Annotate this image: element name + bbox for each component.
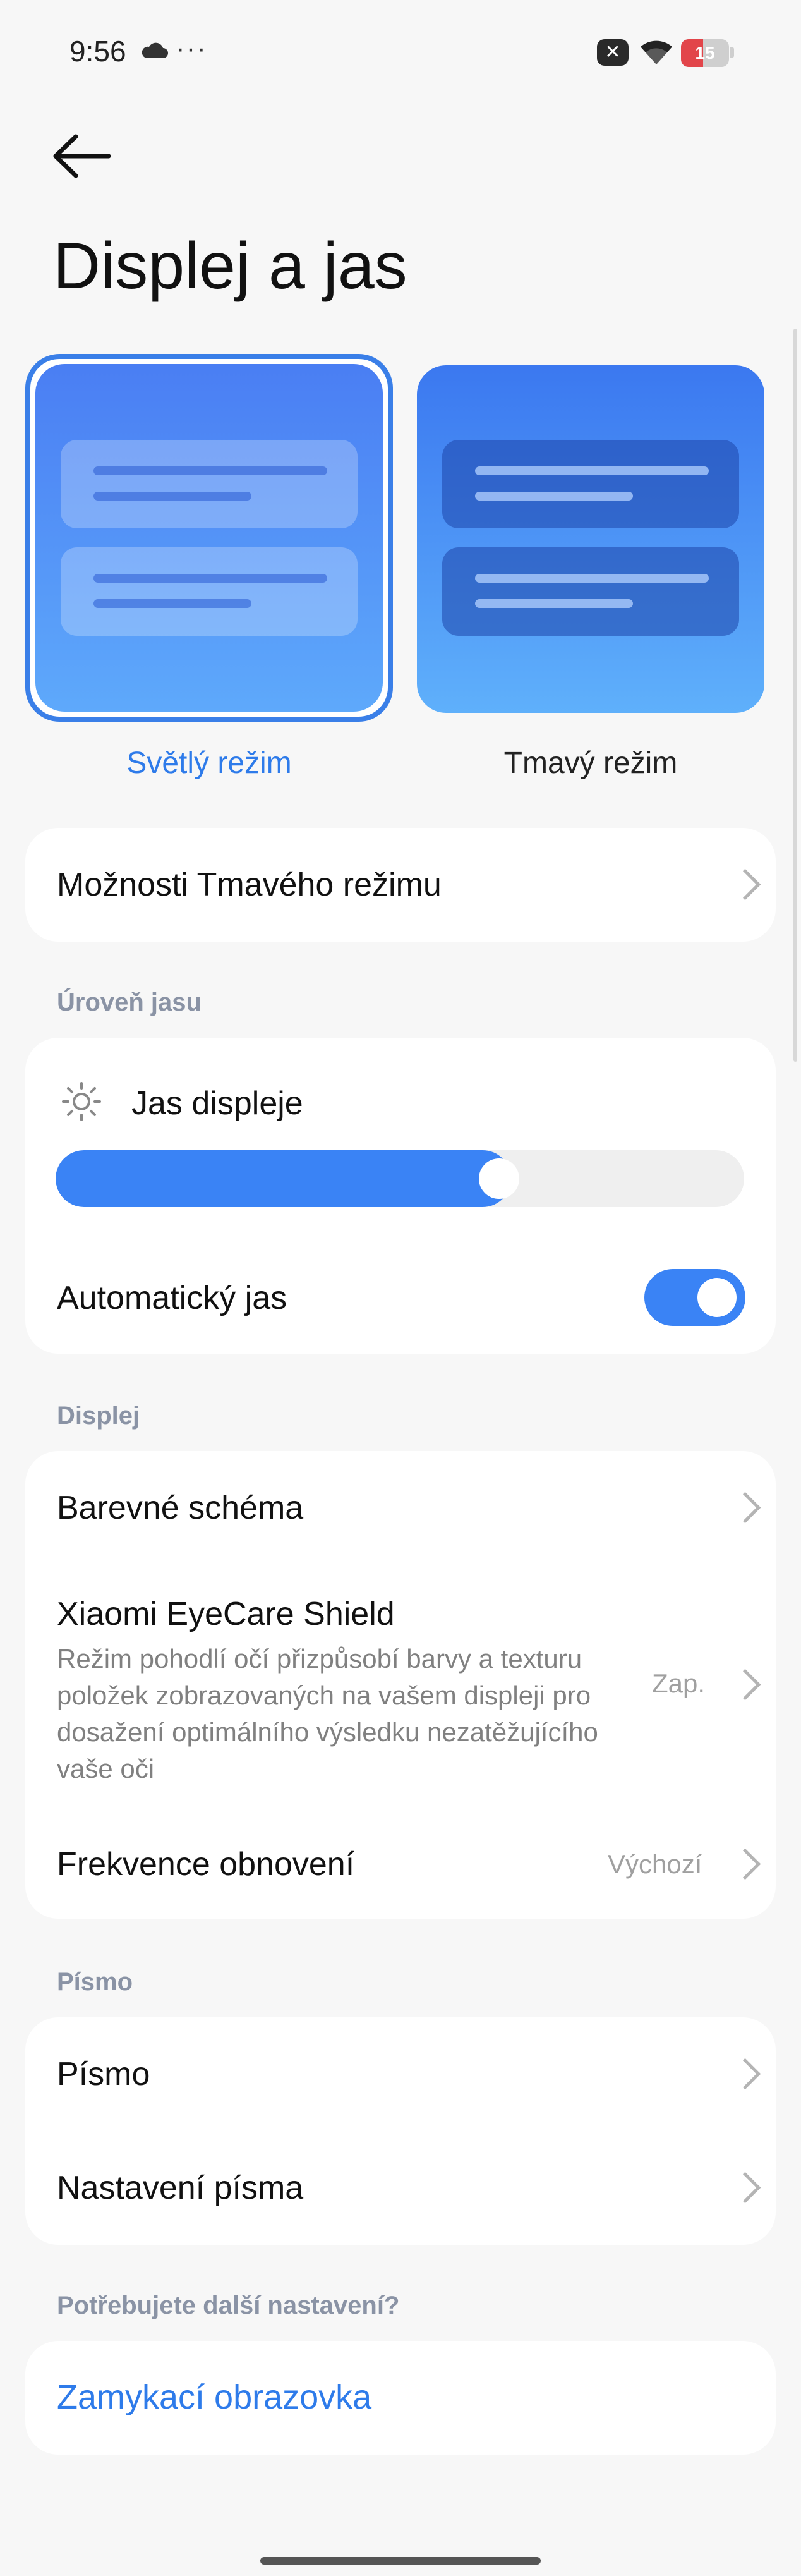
auto-brightness-label: Automatický jas (57, 1280, 287, 1316)
chevron-right-icon (729, 2058, 761, 2090)
preview-card (61, 440, 358, 528)
back-arrow-icon[interactable] (52, 133, 112, 179)
chevron-right-icon (729, 868, 761, 901)
font-row[interactable]: Písmo (25, 2017, 776, 2131)
eyecare-description-line-1: Režim pohodlí očí přizpůsobí barvy a tex… (57, 1644, 582, 1674)
preview-line (93, 574, 327, 583)
refresh-rate-label: Frekvence obnovení (57, 1846, 355, 1883)
dark-mode-preview[interactable] (417, 365, 764, 713)
scrollbar[interactable] (793, 329, 797, 1062)
brightness-label: Jas displeje (131, 1085, 303, 1122)
section-title-brightness: Úroveň jasu (57, 988, 202, 1016)
preview-line (475, 492, 633, 501)
preview-line (475, 466, 709, 475)
brightness-slider-fill (56, 1150, 511, 1207)
cloud-icon (142, 42, 168, 58)
refresh-rate-value: Výchozí (608, 1849, 702, 1879)
more-notifications-icon: ··· (176, 33, 207, 64)
auto-brightness-toggle[interactable] (644, 1269, 745, 1326)
lock-screen-link[interactable]: Zamykací obrazovka (57, 2378, 371, 2417)
brightness-slider-thumb[interactable] (479, 1158, 519, 1199)
preview-line (475, 574, 709, 583)
font-label: Písmo (57, 2056, 150, 2093)
close-badge-icon: ✕ (597, 39, 629, 66)
toggle-knob (697, 1278, 737, 1317)
chevron-right-icon (729, 1848, 761, 1880)
battery-indicator: 15 (681, 39, 729, 67)
preview-line (93, 466, 327, 475)
preview-card (61, 547, 358, 636)
eyecare-description-line-4: vaše oči (57, 1754, 155, 1783)
lock-screen-row[interactable]: Zamykací obrazovka (25, 2341, 776, 2455)
font-settings-row[interactable]: Nastavení písma (25, 2131, 776, 2245)
home-indicator[interactable] (260, 2557, 541, 2565)
dark-mode-options-row[interactable]: Možnosti Tmavého režimu (25, 828, 776, 942)
dark-mode-label[interactable]: Tmavý režim (417, 746, 764, 781)
light-mode-label[interactable]: Světlý režim (35, 746, 383, 781)
sun-icon (62, 1082, 101, 1121)
battery-level-text: 15 (695, 43, 715, 63)
color-scheme-label: Barevné schéma (57, 1490, 304, 1526)
preview-card (442, 440, 739, 528)
color-scheme-row[interactable]: Barevné schéma (25, 1451, 776, 1558)
section-title-display: Displej (57, 1402, 140, 1430)
preview-line (475, 599, 633, 608)
wifi-icon (641, 40, 672, 64)
eyecare-shield-row[interactable]: Xiaomi EyeCare Shield Režim pohodlí očí … (25, 1580, 776, 1789)
preview-line (93, 599, 251, 608)
eyecare-description-line-3: dosažení optimálního výsledku nezatěžují… (57, 1717, 598, 1747)
refresh-rate-row[interactable]: Frekvence obnovení Výchozí (25, 1811, 776, 1912)
battery-tip (730, 47, 734, 58)
section-title-more-settings: Potřebujete další nastavení? (57, 2292, 400, 2319)
eyecare-description-line-2: položek zobrazovaných na vašem displeji … (57, 1680, 591, 1710)
eyecare-title: Xiaomi EyeCare Shield (57, 1596, 395, 1632)
chevron-right-icon (729, 2172, 761, 2204)
section-title-font: Písmo (57, 1968, 133, 1996)
preview-card (442, 547, 739, 636)
font-settings-label: Nastavení písma (57, 2170, 304, 2206)
dark-mode-options-label: Možnosti Tmavého režimu (57, 866, 442, 903)
status-time: 9:56 (69, 35, 126, 68)
preview-line (93, 492, 251, 501)
light-mode-preview[interactable] (35, 364, 383, 712)
chevron-right-icon (729, 1668, 761, 1701)
chevron-right-icon (729, 1492, 761, 1524)
eyecare-value: Zap. (652, 1668, 706, 1698)
page-title: Displej a jas (53, 229, 407, 303)
brightness-slider[interactable] (56, 1150, 744, 1207)
